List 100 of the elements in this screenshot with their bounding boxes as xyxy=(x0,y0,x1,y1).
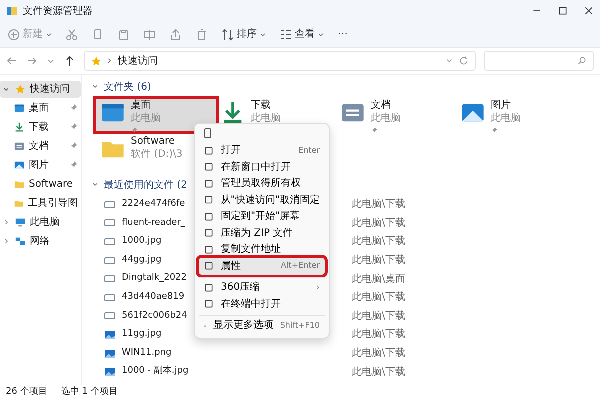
file-name[interactable]: 2224e474f6fe xyxy=(122,198,192,212)
file-location: 此电脑\下载 xyxy=(352,290,406,306)
sidebar-item[interactable]: 快速访问 xyxy=(0,81,81,98)
menu-item[interactable]: 在终端中打开 xyxy=(199,296,325,312)
file-name[interactable]: 43d440ae819 xyxy=(122,291,192,305)
pin-icon xyxy=(70,104,78,112)
pin-icon xyxy=(70,123,78,132)
menu-item[interactable]: 复制文件地址 xyxy=(199,242,325,258)
file-location: 此电脑\下载 xyxy=(352,310,406,324)
file-name[interactable]: WIN11.png xyxy=(122,346,192,360)
item-count: 26 个项目 xyxy=(6,386,48,399)
file-location: 此电脑\下载 xyxy=(352,216,406,231)
file-icon xyxy=(104,273,116,286)
menu-item[interactable]: 固定到"开始"屏幕 xyxy=(199,208,325,225)
file-icon xyxy=(104,236,116,248)
folder-icon xyxy=(14,179,25,190)
pin-icon xyxy=(371,126,378,134)
caret-icon xyxy=(318,32,324,38)
search-icon xyxy=(577,56,587,66)
section-header: 文件夹 (6) xyxy=(104,80,152,94)
copy-icon[interactable] xyxy=(202,128,214,140)
sort-button[interactable]: 排序 xyxy=(222,27,266,42)
file-location: 此电脑\下载 xyxy=(352,254,406,268)
sort-icon xyxy=(222,28,234,40)
desktop-folder-icon xyxy=(14,103,25,114)
app-icon xyxy=(6,5,18,17)
file-icon xyxy=(104,310,116,322)
folder-icon xyxy=(14,198,24,209)
file-location: 此电脑\下载 xyxy=(352,366,406,380)
close-icon[interactable] xyxy=(584,6,594,16)
file-name[interactable]: 1000 - 副本.jpg xyxy=(122,365,192,379)
plus-icon xyxy=(8,28,20,40)
file-icon xyxy=(104,198,116,211)
star-icon xyxy=(91,56,102,66)
download-icon xyxy=(14,122,25,133)
menu-item[interactable]: 管理员取得所有权 xyxy=(199,176,325,192)
folder-tile[interactable]: 桌面 此电脑 xyxy=(96,99,216,131)
collapsed-chevron-icon[interactable] xyxy=(3,218,11,226)
menu-item[interactable]: 压缩为 ZIP 文件 xyxy=(199,225,325,242)
file-location: 此电脑\桌面 xyxy=(352,272,406,287)
file-location: 此电脑\下载 xyxy=(352,328,406,342)
window-title: 文件资源管理器 xyxy=(23,4,93,18)
file-name[interactable]: 1000.jpg xyxy=(122,235,192,249)
back-icon[interactable] xyxy=(6,55,18,67)
file-name[interactable]: 11gg.jpg xyxy=(122,328,192,342)
network-icon xyxy=(15,236,26,247)
search-field[interactable] xyxy=(484,51,594,71)
delete-icon[interactable] xyxy=(196,28,208,40)
folder-tile[interactable]: 下载 此电脑 xyxy=(216,99,336,131)
sidebar-item[interactable]: Software xyxy=(0,176,81,193)
view-icon xyxy=(280,28,292,40)
menu-item[interactable]: 360压缩 › xyxy=(199,280,325,296)
cut-icon[interactable] xyxy=(66,28,78,40)
pin-icon xyxy=(131,126,138,134)
caret-icon xyxy=(260,32,266,38)
file-name[interactable]: fluent-reader_ xyxy=(122,216,192,230)
address-bar[interactable]: 快速访问 xyxy=(84,51,476,71)
maximize-icon[interactable] xyxy=(558,6,568,16)
sidebar-item[interactable]: 文档 xyxy=(0,138,81,155)
file-name[interactable]: Dingtalk_2022 xyxy=(122,272,192,286)
expanded-chevron-icon[interactable] xyxy=(3,86,11,94)
menu-item[interactable]: 从"快速访问"取消固定 xyxy=(199,192,325,208)
selection-count: 选中 1 个项目 xyxy=(61,386,118,399)
image-file-icon xyxy=(104,328,116,341)
breadcrumb[interactable]: 快速访问 xyxy=(118,54,158,68)
file-icon xyxy=(104,254,116,267)
sidebar-item[interactable]: 网络 xyxy=(0,233,81,250)
forward-icon[interactable] xyxy=(26,55,38,67)
view-button[interactable]: 查看 xyxy=(280,27,324,42)
image-file-icon xyxy=(104,366,116,378)
picture-folder-icon xyxy=(14,160,25,171)
computer-icon xyxy=(15,217,26,228)
file-location: 此电脑\下载 xyxy=(352,198,406,212)
file-name[interactable]: 44gg.jpg xyxy=(122,254,192,268)
sidebar-item[interactable]: 工具引导图 xyxy=(0,195,81,212)
up-icon[interactable] xyxy=(64,55,76,67)
share-icon[interactable] xyxy=(170,28,182,40)
sidebar-item[interactable]: 此电脑 xyxy=(0,214,81,231)
file-location: 此电脑\下载 xyxy=(352,346,406,362)
pin-icon xyxy=(70,142,78,150)
sidebar-item[interactable]: 图片 xyxy=(0,157,81,174)
menu-item[interactable]: 属性 Alt+Enter xyxy=(199,258,325,274)
collapse-chevron-icon[interactable] xyxy=(92,181,100,189)
sidebar-item[interactable]: 下载 xyxy=(0,119,81,136)
file-icon xyxy=(104,292,116,304)
pin-icon xyxy=(70,161,78,170)
chevron-right-icon xyxy=(106,57,114,65)
menu-item[interactable]: 显示更多选项 Shift+F10 xyxy=(199,318,325,334)
file-icon xyxy=(104,217,116,230)
collapsed-chevron-icon[interactable] xyxy=(3,238,11,246)
folder-tile[interactable]: 图片 此电脑 xyxy=(456,99,576,131)
folder-tile[interactable]: 文档 此电脑 xyxy=(336,99,456,131)
file-name[interactable]: 561f2c006b24 xyxy=(122,310,192,324)
more-button[interactable]: ⋯ xyxy=(338,27,348,42)
pin-icon xyxy=(491,126,498,134)
paste-icon[interactable] xyxy=(118,28,130,40)
collapse-chevron-icon[interactable] xyxy=(92,83,100,91)
refresh-icon[interactable] xyxy=(459,56,469,66)
sidebar-item[interactable]: 桌面 xyxy=(0,100,81,117)
caret-icon xyxy=(46,32,52,38)
